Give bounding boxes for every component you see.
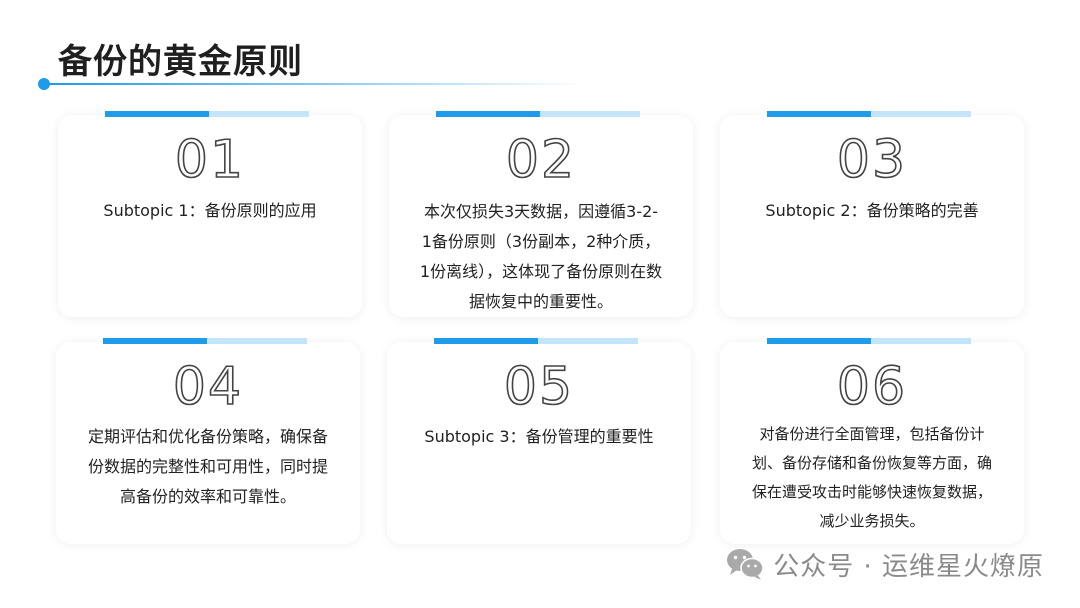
page-title: 备份的黄金原则 — [58, 42, 303, 82]
card-number: 05 — [503, 356, 575, 418]
wechat-icon — [727, 549, 765, 580]
card-01: 01 Subtopic 1：备份原则的应用 — [58, 111, 362, 317]
title-underline — [44, 83, 584, 85]
card-text: 对备份进行全面管理，包括备份计划、备份存储和备份恢复等方面，确保在遭受攻击时能够… — [751, 425, 992, 530]
card-number: 06 — [836, 356, 908, 418]
card-02: 02 本次仅损失3天数据，因遵循3-2- 1备份原则（3份副本，2种介质，1份离… — [389, 111, 693, 317]
card-05: 05 Subtopic 3：备份管理的重要性 — [387, 338, 691, 544]
card-text: Subtopic 3：备份管理的重要性 — [424, 427, 654, 446]
card-accent-bar — [436, 111, 640, 117]
card-text: 定期评估和优化备份策略，确保备份数据的完整性和可用性，同时提高备份的效率和可靠性… — [87, 427, 328, 506]
card-accent-bar — [105, 111, 309, 117]
card-text: 本次仅损失3天数据，因遵循3-2- 1备份原则（3份副本，2种介质，1份离线），… — [419, 202, 663, 311]
card-number: 04 — [172, 356, 244, 418]
card-04: 04 定期评估和优化备份策略，确保备份数据的完整性和可用性，同时提高备份的效率和… — [56, 338, 360, 544]
card-accent-bar — [103, 338, 307, 344]
watermark-text: 公众号 · 运维星火燎原 — [773, 551, 1044, 582]
card-accent-bar — [767, 111, 971, 117]
card-number: 03 — [836, 129, 908, 191]
card-03: 03 Subtopic 2：备份策略的完善 — [720, 111, 1024, 317]
card-accent-bar — [767, 338, 971, 344]
card-text: Subtopic 2：备份策略的完善 — [765, 201, 979, 220]
card-number: 02 — [505, 129, 577, 191]
card-06: 06 对备份进行全面管理，包括备份计划、备份存储和备份恢复等方面，确保在遭受攻击… — [720, 338, 1024, 544]
card-text: Subtopic 1：备份原则的应用 — [103, 201, 317, 220]
title-dot — [38, 78, 50, 90]
card-accent-bar — [434, 338, 638, 344]
card-number: 01 — [174, 129, 246, 191]
watermark: 公众号 · 运维星火燎原 — [725, 544, 1044, 584]
